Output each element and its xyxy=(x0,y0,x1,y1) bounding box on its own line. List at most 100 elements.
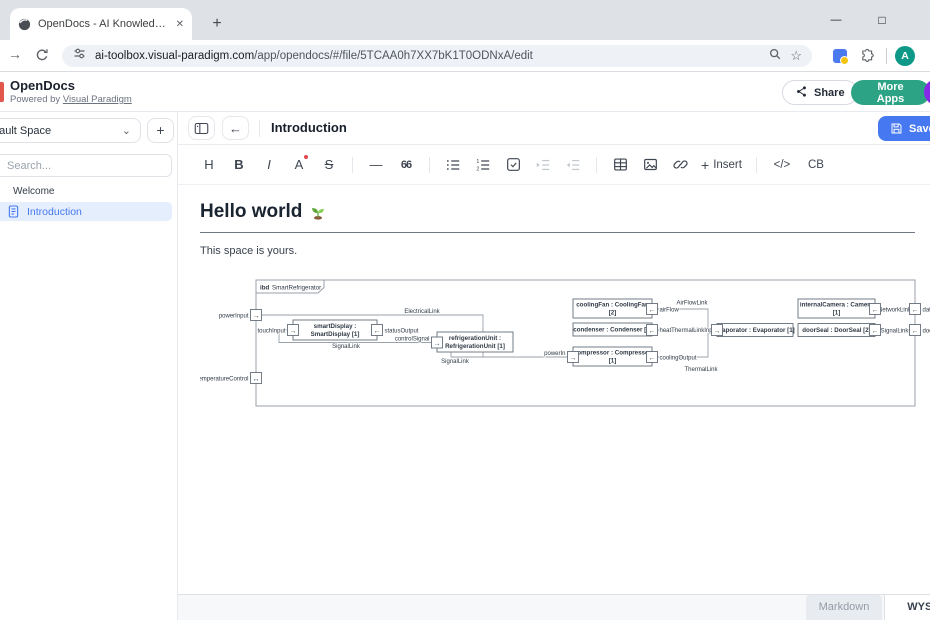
port-powerin-arrow: → xyxy=(570,355,577,362)
task-list-icon[interactable] xyxy=(498,152,528,178)
label-temperaturecontrol: temperatureControl xyxy=(200,377,249,383)
toolbar-divider xyxy=(596,157,597,173)
site-settings-tune-icon[interactable] xyxy=(72,46,87,66)
table-icon[interactable] xyxy=(605,152,635,178)
bold-button[interactable]: B xyxy=(224,152,254,178)
share-icon xyxy=(795,85,808,101)
doc-title: Introduction xyxy=(271,120,347,135)
zoom-indicator-icon[interactable] xyxy=(768,47,782,66)
pinned-extension-icon[interactable] xyxy=(833,49,847,63)
browser-profile-avatar[interactable]: A xyxy=(895,46,915,66)
block-condenser-name: condenser : Condenser [1] xyxy=(573,327,651,334)
blockquote-button[interactable]: 66 xyxy=(391,152,421,178)
document-icon xyxy=(8,205,19,218)
bookmark-star-icon[interactable]: ☆ xyxy=(790,48,802,64)
app-logo-partial xyxy=(0,82,4,102)
search-input[interactable] xyxy=(0,154,172,177)
save-label: Save xyxy=(909,123,930,135)
window-minimize-button[interactable]: — xyxy=(822,10,850,30)
reload-icon[interactable] xyxy=(34,47,50,66)
indent-icon[interactable] xyxy=(528,152,558,178)
tab-markdown[interactable]: Markdown xyxy=(806,595,882,620)
share-button[interactable]: Share xyxy=(782,80,858,105)
forward-icon[interactable]: → xyxy=(8,46,22,62)
url-text[interactable]: ai-toolbox.visual-paradigm.com/app/opend… xyxy=(95,50,760,62)
connector-signal-unit xyxy=(451,352,483,357)
strikethrough-button[interactable]: S xyxy=(314,152,344,178)
inline-code-button[interactable]: </> xyxy=(765,152,799,178)
port-airflow-arrow: ← xyxy=(649,307,656,314)
label-touchinput: touchInput xyxy=(257,329,285,335)
numbered-list-icon[interactable]: 12 xyxy=(468,152,498,178)
save-button[interactable]: Save xyxy=(878,116,930,141)
heading-rule xyxy=(200,232,915,233)
body-paragraph: This space is yours. xyxy=(200,245,297,257)
label-networklink: NetworkLink xyxy=(878,308,912,314)
extensions-puzzle-icon[interactable] xyxy=(860,47,876,66)
svg-text:1: 1 xyxy=(476,158,479,164)
label-thermallink: ThermalLink xyxy=(684,367,718,373)
svg-text:2: 2 xyxy=(476,166,479,172)
document-content[interactable]: Hello world This space is yours. ibd Sma… xyxy=(178,185,930,594)
editor-toolbar: H B I A S — 66 12 xyxy=(178,145,930,185)
text-color-button[interactable]: A xyxy=(284,152,314,178)
app-subtitle: Powered by Visual Paradigm xyxy=(10,94,132,105)
sysml-ibd-diagram: ibd SmartRefrigerator ElectricalLink Sig… xyxy=(200,266,930,416)
new-tab-button[interactable]: + xyxy=(206,13,228,35)
label-coolingoutput: coolingOutput xyxy=(660,356,697,362)
label-powerinput: powerInput xyxy=(219,314,249,320)
block-smartdisplay-name2: SmartDisplay [1] xyxy=(311,331,360,338)
add-space-button[interactable]: + xyxy=(147,118,174,143)
horizontal-rule-button[interactable]: — xyxy=(361,152,391,178)
port-doorseal-out-arrow: ← xyxy=(872,328,879,335)
chevron-down-icon: ⌄ xyxy=(122,124,131,137)
block-compressor-name2: [1] xyxy=(609,357,617,364)
space-selector-label: Default Space xyxy=(0,125,51,137)
window-maximize-button[interactable]: □ xyxy=(868,10,896,30)
block-doorseal-name: doorSeal : DoorSeal [2] xyxy=(802,327,870,334)
block-internalcamera-name1: internalCamera : Camera xyxy=(800,302,874,309)
tab-close-icon[interactable]: ✕ xyxy=(176,19,184,30)
sidebar-item-introduction[interactable]: Introduction xyxy=(0,202,172,221)
heading-button[interactable]: H xyxy=(194,152,224,178)
visual-paradigm-link[interactable]: Visual Paradigm xyxy=(63,94,132,105)
back-button[interactable]: ← xyxy=(222,116,249,140)
toggle-sidebar-button[interactable] xyxy=(188,116,215,140)
url-path: /app/opendocs/#/file/5TCAA0h7XX7bK1T0ODN… xyxy=(254,50,533,62)
navbar-divider xyxy=(886,48,887,64)
browser-tab[interactable]: OpenDocs - AI Knowledge Base ✕ xyxy=(10,8,192,40)
editor-mode-bar: Markdown WYSIWYG xyxy=(178,594,930,620)
link-icon[interactable] xyxy=(665,152,695,178)
space-selector[interactable]: Default Space ⌄ xyxy=(0,118,141,143)
port-evaporator-in-arrow: → xyxy=(714,328,721,335)
browser-navbar: → ai-toolbox.visual-paradigm.com/app/ope… xyxy=(0,40,930,72)
label-heat-thermallink: heatThermalLinkInput xyxy=(660,328,718,334)
label-signallink-door: SignalLink xyxy=(881,329,910,335)
doc-header-divider xyxy=(259,120,260,137)
port-heat-arrow: ← xyxy=(649,328,656,335)
insert-button[interactable]: + Insert xyxy=(695,152,748,178)
italic-button[interactable]: I xyxy=(254,152,284,178)
port-statusoutput-arrow: ← xyxy=(374,328,381,335)
port-camera-out-arrow: ← xyxy=(872,307,879,314)
outdent-icon[interactable] xyxy=(558,152,588,178)
port-coolingoutput-arrow: ← xyxy=(649,355,656,362)
favicon-globe-icon xyxy=(18,18,31,31)
label-airflow: airFlow xyxy=(660,308,680,314)
code-block-button[interactable]: CB xyxy=(799,152,833,178)
block-internalcamera-name2: [1] xyxy=(833,309,841,316)
image-icon[interactable] xyxy=(635,152,665,178)
insert-label: Insert xyxy=(713,159,742,171)
url-domain: ai-toolbox.visual-paradigm.com xyxy=(95,50,254,62)
browser-window: OpenDocs - AI Knowledge Base ✕ + — □ → a… xyxy=(0,0,930,620)
label-signallink-display: SignalLink xyxy=(332,344,361,350)
more-apps-button[interactable]: More Apps xyxy=(851,80,930,105)
label-powerin: powerIn xyxy=(544,351,565,357)
bullet-list-icon[interactable] xyxy=(438,152,468,178)
share-label: Share xyxy=(814,87,845,99)
label-doorstatus: doorStatus xyxy=(923,329,930,335)
tab-wysiwyg[interactable]: WYSIWYG xyxy=(884,595,930,620)
url-bar[interactable]: ai-toolbox.visual-paradigm.com/app/opend… xyxy=(62,45,812,67)
label-dataoutput: dataOutput xyxy=(923,308,930,314)
label-electricallink: ElectricalLink xyxy=(404,309,440,315)
